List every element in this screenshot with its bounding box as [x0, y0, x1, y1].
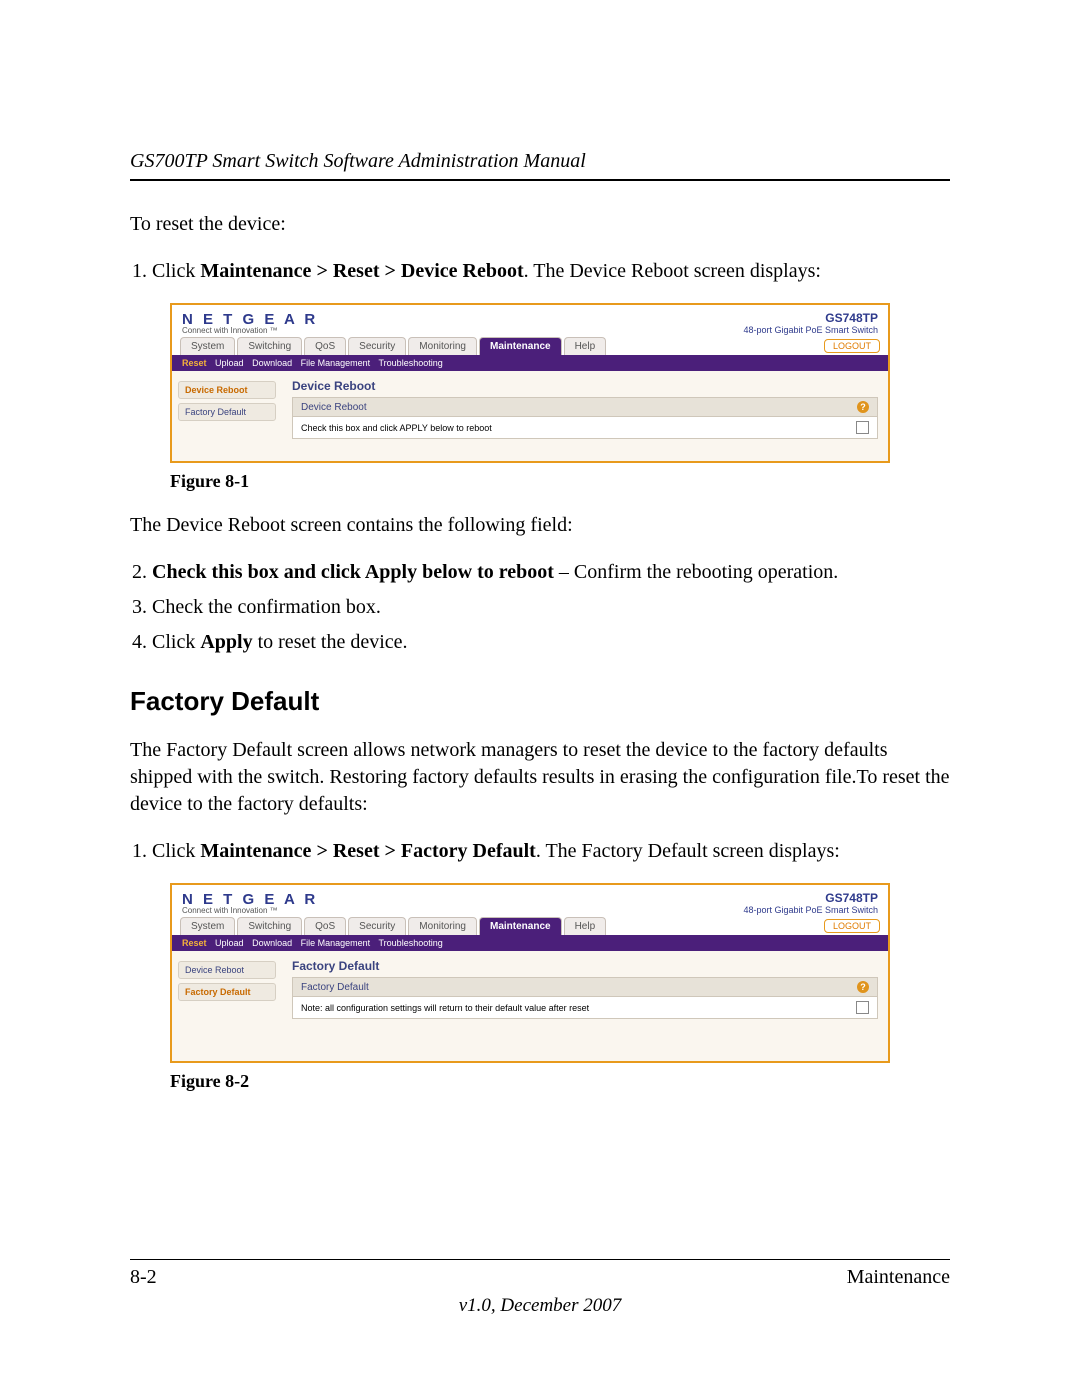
help-icon[interactable]: ?	[857, 401, 869, 413]
side-menu: Device Reboot Factory Default	[172, 371, 282, 461]
side-device-reboot-2[interactable]: Device Reboot	[178, 961, 276, 979]
side-factory-default-2[interactable]: Factory Default	[178, 983, 276, 1001]
tab-system[interactable]: System	[180, 337, 235, 355]
fdstep1-post: . The Factory Default screen displays:	[536, 840, 840, 862]
subnav-reset[interactable]: Reset	[182, 358, 207, 368]
tab-switching-2[interactable]: Switching	[237, 917, 302, 935]
panel-title-2: Factory Default	[292, 959, 878, 973]
step1-bold: Maintenance > Reset > Device Reboot	[200, 260, 523, 282]
model-number-2: GS748TP	[743, 891, 878, 905]
page-number: 8-2	[130, 1266, 157, 1289]
section-factory-default: Factory Default	[130, 686, 950, 717]
model-desc-2: 48-port Gigabit PoE Smart Switch	[743, 905, 878, 915]
panel-body-2: Note: all configuration settings will re…	[292, 997, 878, 1019]
step1-post: . The Device Reboot screen displays:	[524, 260, 821, 282]
doc-version: v1.0, December 2007	[130, 1295, 950, 1317]
tab-help-2[interactable]: Help	[564, 917, 607, 935]
running-header: GS700TP Smart Switch Software Administra…	[130, 150, 950, 173]
page-footer: 8-2 Maintenance v1.0, December 2007	[130, 1259, 950, 1317]
screenshot-device-reboot: N E T G E A R Connect with Innovation ™ …	[170, 303, 890, 463]
panel-header-text: Device Reboot	[301, 402, 367, 413]
side-device-reboot[interactable]: Device Reboot	[178, 381, 276, 399]
sub-nav: Reset Upload Download File Management Tr…	[172, 355, 888, 371]
step4-bold: Apply	[200, 631, 252, 653]
fdstep1-bold: Maintenance > Reset > Factory Default	[200, 840, 535, 862]
step4-post: to reset the device.	[253, 631, 408, 653]
tab-security-2[interactable]: Security	[348, 917, 406, 935]
model-desc: 48-port Gigabit PoE Smart Switch	[743, 325, 878, 335]
subnav-troubleshoot-2[interactable]: Troubleshooting	[379, 938, 443, 948]
subnav-upload[interactable]: Upload	[215, 358, 244, 368]
step-2: Check this box and click Apply below to …	[152, 559, 950, 586]
manual-page: GS700TP Smart Switch Software Administra…	[0, 0, 1080, 1397]
primary-tabs: System Switching QoS Security Monitoring…	[172, 337, 888, 355]
subnav-reset-2[interactable]: Reset	[182, 938, 207, 948]
panel-header: Device Reboot ?	[292, 397, 878, 417]
model-number: GS748TP	[743, 311, 878, 325]
side-factory-default[interactable]: Factory Default	[178, 403, 276, 421]
panel-header-2: Factory Default ?	[292, 977, 878, 997]
tab-switching[interactable]: Switching	[237, 337, 302, 355]
factory-note: Note: all configuration settings will re…	[301, 1003, 589, 1013]
figure-8-2-caption: Figure 8-2	[170, 1071, 950, 1092]
fdstep1-pre: Click	[152, 840, 200, 862]
logout-button-2[interactable]: LOGOUT	[824, 919, 880, 933]
help-icon-2[interactable]: ?	[857, 981, 869, 993]
panel-body: Check this box and click APPLY below to …	[292, 417, 878, 439]
step4-pre: Click	[152, 631, 200, 653]
factory-checkbox[interactable]	[856, 1001, 869, 1014]
reboot-checkbox[interactable]	[856, 421, 869, 434]
step1-pre: Click	[152, 260, 200, 282]
fd-step-1: Click Maintenance > Reset > Factory Defa…	[152, 838, 950, 865]
footer-rule	[130, 1259, 950, 1260]
tab-system-2[interactable]: System	[180, 917, 235, 935]
intro-text: To reset the device:	[130, 211, 950, 238]
logout-button[interactable]: LOGOUT	[824, 339, 880, 353]
subnav-troubleshoot[interactable]: Troubleshooting	[379, 358, 443, 368]
tab-help[interactable]: Help	[564, 337, 607, 355]
subnav-download[interactable]: Download	[252, 358, 292, 368]
sub-nav-2: Reset Upload Download File Management Tr…	[172, 935, 888, 951]
after-fig1-text: The Device Reboot screen contains the fo…	[130, 512, 950, 539]
chapter-name: Maintenance	[847, 1266, 950, 1289]
screenshot-factory-default: N E T G E A R Connect with Innovation ™ …	[170, 883, 890, 1063]
tab-maintenance-2[interactable]: Maintenance	[479, 917, 562, 935]
tab-monitoring-2[interactable]: Monitoring	[408, 917, 477, 935]
tab-security[interactable]: Security	[348, 337, 406, 355]
step2-bold: Check this box and click Apply below to …	[152, 561, 554, 583]
step2-post: – Confirm the rebooting operation.	[554, 561, 838, 583]
figure-8-1-caption: Figure 8-1	[170, 471, 950, 492]
header-rule	[130, 179, 950, 181]
step-1: Click Maintenance > Reset > Device Reboo…	[152, 258, 950, 285]
panel-header-text-2: Factory Default	[301, 982, 369, 993]
subnav-filemgmt[interactable]: File Management	[301, 358, 371, 368]
subnav-upload-2[interactable]: Upload	[215, 938, 244, 948]
tab-monitoring[interactable]: Monitoring	[408, 337, 477, 355]
subnav-download-2[interactable]: Download	[252, 938, 292, 948]
primary-tabs-2: System Switching QoS Security Monitoring…	[172, 917, 888, 935]
tab-maintenance[interactable]: Maintenance	[479, 337, 562, 355]
step-3: Check the confirmation box.	[152, 594, 950, 621]
panel-title: Device Reboot	[292, 379, 878, 393]
tab-qos-2[interactable]: QoS	[304, 917, 346, 935]
side-menu-2: Device Reboot Factory Default	[172, 951, 282, 1061]
subnav-filemgmt-2[interactable]: File Management	[301, 938, 371, 948]
factory-default-para: The Factory Default screen allows networ…	[130, 737, 950, 818]
reboot-instruction: Check this box and click APPLY below to …	[301, 423, 492, 433]
tab-qos[interactable]: QoS	[304, 337, 346, 355]
step-4: Click Apply to reset the device.	[152, 629, 950, 656]
